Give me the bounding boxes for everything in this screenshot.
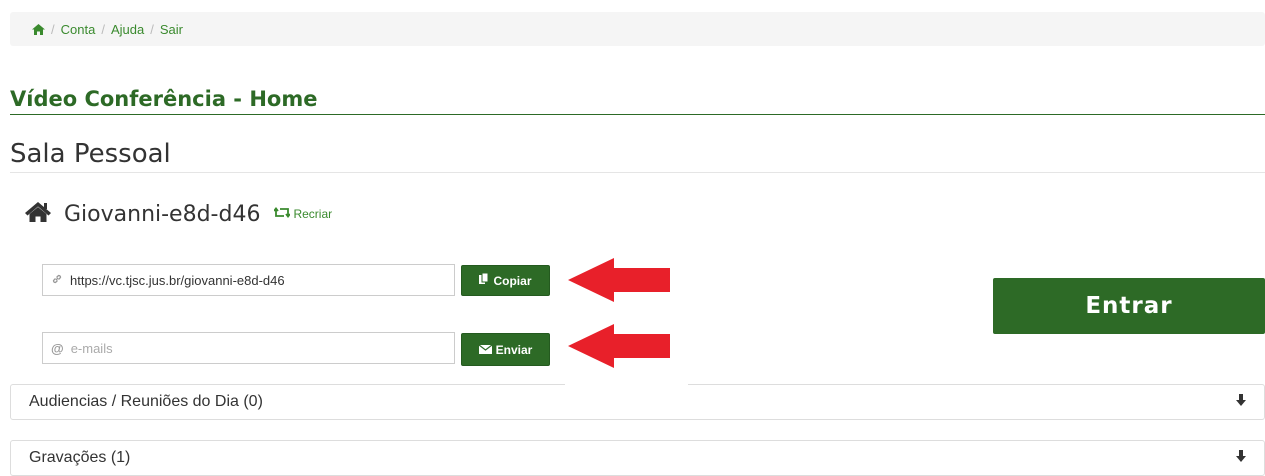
page-title: Vídeo Conferência - Home (10, 86, 1265, 115)
copy-button[interactable]: Copiar (461, 265, 550, 296)
email-input[interactable] (68, 339, 454, 357)
arrow-down-icon[interactable] (1236, 449, 1246, 467)
breadcrumb-link-sair[interactable]: Sair (160, 22, 183, 37)
recreate-button[interactable]: Recriar (273, 207, 333, 221)
breadcrumb-link-conta[interactable]: Conta (61, 22, 96, 37)
at-icon: @ (51, 340, 64, 356)
room-link-input[interactable] (68, 271, 454, 289)
copy-icon (479, 272, 493, 288)
house-icon (24, 201, 52, 228)
panel-recordings[interactable]: Gravações (1) (10, 440, 1265, 476)
room-header: Giovanni-e8d-d46 Recriar (24, 196, 332, 232)
room-link-field (42, 264, 455, 296)
link-icon (51, 273, 63, 288)
breadcrumb-separator: / (101, 21, 105, 37)
section-title: Sala Pessoal (10, 138, 1265, 173)
panel-title: Gravações (1) (29, 449, 131, 466)
retweet-icon (273, 207, 293, 221)
breadcrumb-separator: / (51, 21, 55, 37)
annotation-arrow (564, 256, 676, 304)
breadcrumb-separator: / (150, 21, 154, 37)
arrow-down-icon[interactable] (1236, 393, 1246, 411)
email-field: @ (42, 332, 455, 364)
breadcrumb-link-ajuda[interactable]: Ajuda (111, 22, 144, 37)
room-name: Giovanni-e8d-d46 (64, 201, 261, 227)
panel-title: Audiencias / Reuniões do Dia (0) (29, 393, 263, 410)
recreate-label: Recriar (293, 207, 333, 221)
annotation-arrow (564, 322, 676, 370)
envelope-icon (478, 343, 496, 357)
send-button[interactable]: Enviar (461, 333, 550, 366)
overlay-mask (565, 368, 688, 390)
send-label: Enviar (495, 342, 533, 357)
copy-label: Copiar (493, 273, 532, 288)
home-icon[interactable] (32, 23, 45, 35)
enter-button[interactable]: Entrar (993, 278, 1265, 334)
breadcrumb: / Conta / Ajuda / Sair (10, 12, 1265, 46)
